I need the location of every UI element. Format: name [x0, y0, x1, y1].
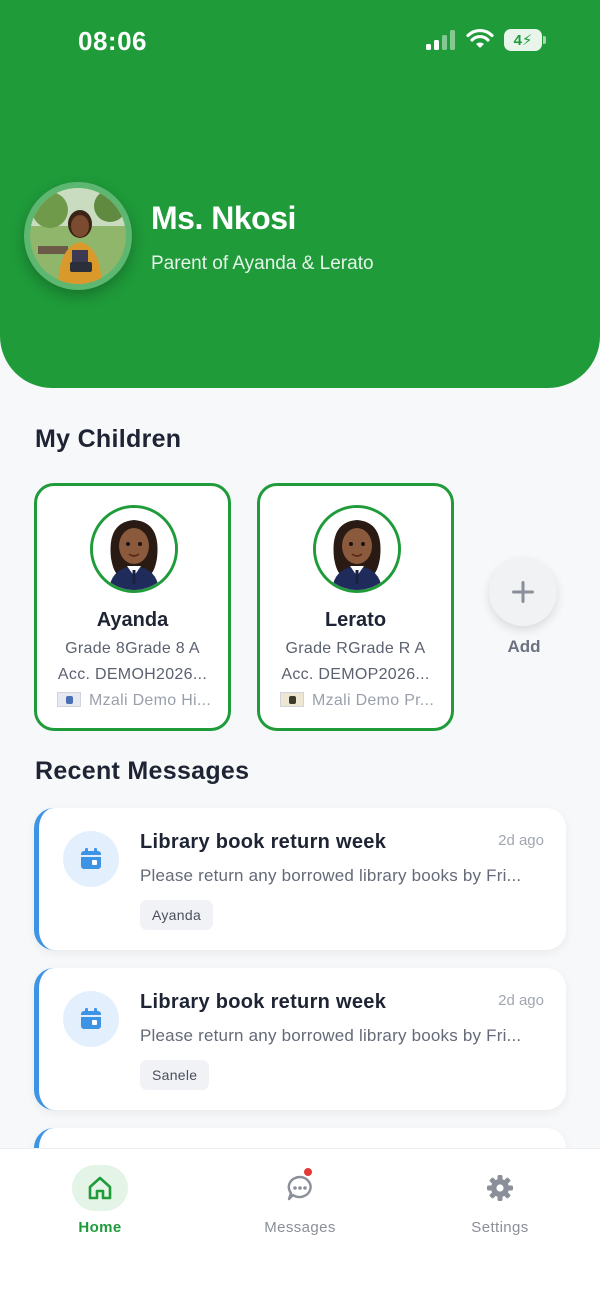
parent-name: Ms. Nkosi: [151, 200, 296, 236]
tab-settings[interactable]: Settings: [400, 1149, 600, 1259]
tab-home-label: Home: [78, 1219, 122, 1236]
child-school-name: Mzali Demo Hi...: [89, 692, 212, 709]
bottom-tab-bar: Home Messages Settings: [0, 1148, 600, 1300]
calendar-icon: [63, 991, 119, 1047]
home-icon: [72, 1165, 128, 1211]
tab-messages[interactable]: Messages: [200, 1149, 400, 1259]
child-school: Mzali Demo Hi...: [57, 692, 214, 710]
chat-icon: [272, 1165, 328, 1211]
plus-icon: [512, 581, 534, 603]
message-preview: Please return any borrowed library books…: [140, 866, 522, 885]
status-bar: 08:06 4⚡: [0, 0, 600, 80]
message-title: Library book return week: [140, 831, 387, 853]
tab-settings-label: Settings: [471, 1219, 529, 1236]
child-account: Acc. DEMOP2026...: [281, 666, 430, 683]
child-school: Mzali Demo Pr...: [280, 692, 437, 710]
school-logo-icon: [280, 692, 304, 707]
battery-cap: [543, 36, 546, 44]
battery-level: 4⚡: [513, 32, 533, 49]
child-name: Ayanda: [96, 609, 169, 631]
message-time: 2d ago: [498, 832, 544, 849]
child-account: Acc. DEMOH2026...: [57, 666, 208, 683]
message-card[interactable]: Library book return week 2d ago Please r…: [34, 808, 566, 950]
child-school-name: Mzali Demo Pr...: [312, 692, 435, 709]
message-child-tag: Ayanda: [140, 900, 214, 930]
parent-subtitle: Parent of Ayanda & Lerato: [151, 253, 374, 274]
my-children-title: My Children: [35, 425, 182, 453]
profile-header: 08:06 4⚡ Ms. Nkosi Parent of Ayanda & Le…: [0, 0, 600, 388]
recent-messages-title: Recent Messages: [35, 757, 250, 785]
calendar-icon: [63, 831, 119, 887]
gear-icon: [472, 1165, 528, 1211]
school-logo-icon: [57, 692, 81, 707]
child-grade: Grade RGrade R A: [285, 640, 426, 657]
child-grade: Grade 8Grade 8 A: [65, 640, 200, 657]
add-child-button[interactable]: [489, 558, 557, 626]
message-time: 2d ago: [498, 992, 544, 1009]
message-child-tag: Sanele: [140, 1060, 210, 1090]
unread-badge: [303, 1167, 313, 1177]
child-card-lerato[interactable]: Lerato Grade RGrade R A Acc. DEMOP2026..…: [257, 483, 454, 731]
message-card[interactable]: Library book return week 2d ago Please r…: [34, 968, 566, 1110]
tab-messages-label: Messages: [264, 1219, 336, 1236]
parent-photo: [30, 188, 126, 284]
wifi-icon: [466, 28, 494, 48]
tab-home[interactable]: Home: [0, 1149, 200, 1259]
child-card-ayanda[interactable]: Ayanda Grade 8Grade 8 A Acc. DEMOH2026..…: [34, 483, 231, 731]
child-avatar: [313, 505, 401, 593]
add-child-label[interactable]: Add: [489, 637, 559, 657]
battery-icon: 4⚡: [504, 29, 542, 51]
status-time: 08:06: [78, 26, 147, 56]
message-preview: Please return any borrowed library books…: [140, 1026, 522, 1045]
child-avatar: [90, 505, 178, 593]
child-name: Lerato: [324, 609, 387, 631]
cellular-signal-icon: [426, 30, 458, 50]
message-title: Library book return week: [140, 991, 387, 1013]
parent-avatar[interactable]: [24, 182, 132, 290]
